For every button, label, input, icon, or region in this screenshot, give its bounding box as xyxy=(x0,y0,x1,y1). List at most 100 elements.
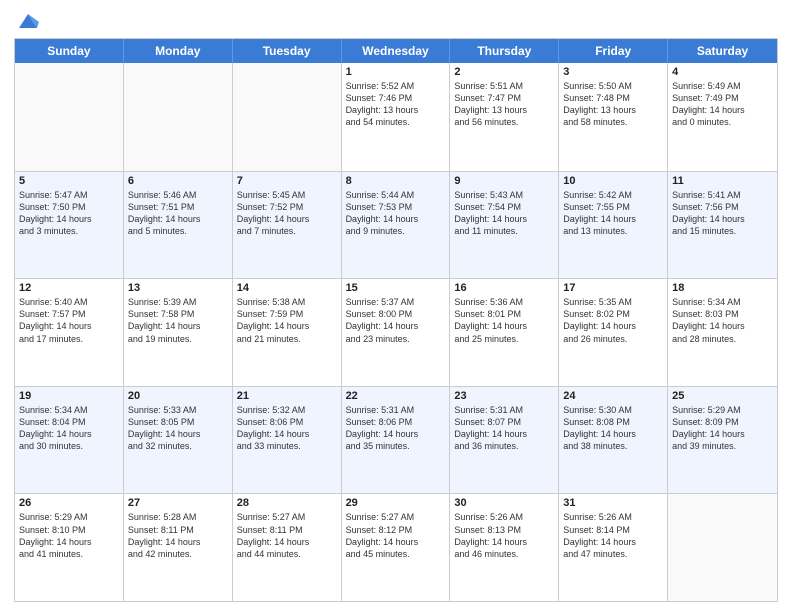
calendar-cell: 12 Sunrise: 5:40 AM Sunset: 7:57 PM Dayli… xyxy=(15,279,124,386)
calendar-cell: 5 Sunrise: 5:47 AM Sunset: 7:50 PM Daylig… xyxy=(15,172,124,279)
calendar-cell: 29 Sunrise: 5:27 AM Sunset: 8:12 PM Dayli… xyxy=(342,494,451,601)
calendar-cell: 22 Sunrise: 5:31 AM Sunset: 8:06 PM Dayli… xyxy=(342,387,451,494)
calendar-cell: 17Sunrise: 5:35 AM Sunset: 8:02 PM Dayli… xyxy=(559,279,668,386)
logo-icon xyxy=(17,10,39,32)
calendar-cell: 30 Sunrise: 5:26 AM Sunset: 8:13 PM Dayli… xyxy=(450,494,559,601)
day-number: 22 xyxy=(346,390,446,402)
day-number: 15 xyxy=(346,282,446,294)
day-number: 1 xyxy=(346,66,446,78)
weekday-header: Tuesday xyxy=(233,39,342,63)
day-number: 14 xyxy=(237,282,337,294)
calendar-row: 19 Sunrise: 5:34 AM Sunset: 8:04 PM Dayli… xyxy=(15,386,777,494)
calendar-cell: 25Sunrise: 5:29 AM Sunset: 8:09 PM Dayli… xyxy=(668,387,777,494)
calendar-row: 1 Sunrise: 5:52 AM Sunset: 7:46 PM Daylig… xyxy=(15,63,777,171)
calendar-cell: 19 Sunrise: 5:34 AM Sunset: 8:04 PM Dayli… xyxy=(15,387,124,494)
day-number: 30 xyxy=(454,497,554,509)
day-info: Sunrise: 5:39 AM Sunset: 7:58 PM Dayligh… xyxy=(128,296,228,345)
day-number: 29 xyxy=(346,497,446,509)
day-info: Sunrise: 5:47 AM Sunset: 7:50 PM Dayligh… xyxy=(19,189,119,238)
day-info: Sunrise: 5:28 AM Sunset: 8:11 PM Dayligh… xyxy=(128,511,228,560)
calendar-cell: 23 Sunrise: 5:31 AM Sunset: 8:07 PM Dayli… xyxy=(450,387,559,494)
header xyxy=(14,10,778,32)
day-info: Sunrise: 5:50 AM Sunset: 7:48 PM Dayligh… xyxy=(563,80,663,129)
day-info: Sunrise: 5:46 AM Sunset: 7:51 PM Dayligh… xyxy=(128,189,228,238)
day-info: Sunrise: 5:32 AM Sunset: 8:06 PM Dayligh… xyxy=(237,404,337,453)
calendar-cell: 1 Sunrise: 5:52 AM Sunset: 7:46 PM Daylig… xyxy=(342,63,451,171)
day-info: Sunrise: 5:43 AM Sunset: 7:54 PM Dayligh… xyxy=(454,189,554,238)
day-number: 4 xyxy=(672,66,773,78)
day-info: Sunrise: 5:36 AM Sunset: 8:01 PM Dayligh… xyxy=(454,296,554,345)
day-info: Sunrise: 5:33 AM Sunset: 8:05 PM Dayligh… xyxy=(128,404,228,453)
calendar-cell: 7Sunrise: 5:45 AM Sunset: 7:52 PM Daylig… xyxy=(233,172,342,279)
calendar-cell: 31 Sunrise: 5:26 AM Sunset: 8:14 PM Dayli… xyxy=(559,494,668,601)
day-info: Sunrise: 5:38 AM Sunset: 7:59 PM Dayligh… xyxy=(237,296,337,345)
day-info: Sunrise: 5:26 AM Sunset: 8:13 PM Dayligh… xyxy=(454,511,554,560)
day-number: 23 xyxy=(454,390,554,402)
day-number: 20 xyxy=(128,390,228,402)
day-number: 12 xyxy=(19,282,119,294)
day-number: 3 xyxy=(563,66,663,78)
day-info: Sunrise: 5:31 AM Sunset: 8:06 PM Dayligh… xyxy=(346,404,446,453)
day-info: Sunrise: 5:52 AM Sunset: 7:46 PM Dayligh… xyxy=(346,80,446,129)
calendar-cell: 20 Sunrise: 5:33 AM Sunset: 8:05 PM Dayli… xyxy=(124,387,233,494)
calendar-cell: 21Sunrise: 5:32 AM Sunset: 8:06 PM Dayli… xyxy=(233,387,342,494)
day-info: Sunrise: 5:27 AM Sunset: 8:12 PM Dayligh… xyxy=(346,511,446,560)
calendar-cell: 4Sunrise: 5:49 AM Sunset: 7:49 PM Daylig… xyxy=(668,63,777,171)
calendar-cell: 10 Sunrise: 5:42 AM Sunset: 7:55 PM Dayli… xyxy=(559,172,668,279)
day-number: 10 xyxy=(563,175,663,187)
day-info: Sunrise: 5:34 AM Sunset: 8:04 PM Dayligh… xyxy=(19,404,119,453)
day-info: Sunrise: 5:42 AM Sunset: 7:55 PM Dayligh… xyxy=(563,189,663,238)
calendar: SundayMondayTuesdayWednesdayThursdayFrid… xyxy=(14,38,778,602)
day-number: 6 xyxy=(128,175,228,187)
day-number: 17 xyxy=(563,282,663,294)
day-info: Sunrise: 5:40 AM Sunset: 7:57 PM Dayligh… xyxy=(19,296,119,345)
weekday-header: Thursday xyxy=(450,39,559,63)
calendar-cell: 15 Sunrise: 5:37 AM Sunset: 8:00 PM Dayli… xyxy=(342,279,451,386)
calendar-cell xyxy=(124,63,233,171)
day-number: 26 xyxy=(19,497,119,509)
day-number: 28 xyxy=(237,497,337,509)
calendar-cell: 18 Sunrise: 5:34 AM Sunset: 8:03 PM Dayli… xyxy=(668,279,777,386)
day-info: Sunrise: 5:27 AM Sunset: 8:11 PM Dayligh… xyxy=(237,511,337,560)
logo xyxy=(14,10,39,32)
day-number: 2 xyxy=(454,66,554,78)
calendar-cell: 16 Sunrise: 5:36 AM Sunset: 8:01 PM Dayli… xyxy=(450,279,559,386)
calendar-cell: 28 Sunrise: 5:27 AM Sunset: 8:11 PM Dayli… xyxy=(233,494,342,601)
calendar-cell: 27Sunrise: 5:28 AM Sunset: 8:11 PM Dayli… xyxy=(124,494,233,601)
day-number: 18 xyxy=(672,282,773,294)
calendar-row: 5 Sunrise: 5:47 AM Sunset: 7:50 PM Daylig… xyxy=(15,171,777,279)
weekday-header: Friday xyxy=(559,39,668,63)
day-info: Sunrise: 5:34 AM Sunset: 8:03 PM Dayligh… xyxy=(672,296,773,345)
weekday-header: Sunday xyxy=(15,39,124,63)
day-info: Sunrise: 5:26 AM Sunset: 8:14 PM Dayligh… xyxy=(563,511,663,560)
page: SundayMondayTuesdayWednesdayThursdayFrid… xyxy=(0,0,792,612)
day-number: 8 xyxy=(346,175,446,187)
calendar-cell: 13 Sunrise: 5:39 AM Sunset: 7:58 PM Dayli… xyxy=(124,279,233,386)
calendar-cell: 6 Sunrise: 5:46 AM Sunset: 7:51 PM Daylig… xyxy=(124,172,233,279)
calendar-cell: 8 Sunrise: 5:44 AM Sunset: 7:53 PM Daylig… xyxy=(342,172,451,279)
day-number: 19 xyxy=(19,390,119,402)
day-info: Sunrise: 5:51 AM Sunset: 7:47 PM Dayligh… xyxy=(454,80,554,129)
calendar-cell: 9 Sunrise: 5:43 AM Sunset: 7:54 PM Daylig… xyxy=(450,172,559,279)
day-number: 31 xyxy=(563,497,663,509)
weekday-header: Wednesday xyxy=(342,39,451,63)
calendar-cell: 3 Sunrise: 5:50 AM Sunset: 7:48 PM Daylig… xyxy=(559,63,668,171)
calendar-row: 12 Sunrise: 5:40 AM Sunset: 7:57 PM Dayli… xyxy=(15,278,777,386)
calendar-cell: 14 Sunrise: 5:38 AM Sunset: 7:59 PM Dayli… xyxy=(233,279,342,386)
day-info: Sunrise: 5:31 AM Sunset: 8:07 PM Dayligh… xyxy=(454,404,554,453)
day-number: 13 xyxy=(128,282,228,294)
calendar-cell: 2 Sunrise: 5:51 AM Sunset: 7:47 PM Daylig… xyxy=(450,63,559,171)
calendar-cell xyxy=(668,494,777,601)
calendar-header: SundayMondayTuesdayWednesdayThursdayFrid… xyxy=(15,39,777,63)
day-number: 5 xyxy=(19,175,119,187)
calendar-cell xyxy=(233,63,342,171)
day-number: 16 xyxy=(454,282,554,294)
calendar-cell: 24Sunrise: 5:30 AM Sunset: 8:08 PM Dayli… xyxy=(559,387,668,494)
day-info: Sunrise: 5:44 AM Sunset: 7:53 PM Dayligh… xyxy=(346,189,446,238)
day-info: Sunrise: 5:29 AM Sunset: 8:09 PM Dayligh… xyxy=(672,404,773,453)
calendar-cell: 26Sunrise: 5:29 AM Sunset: 8:10 PM Dayli… xyxy=(15,494,124,601)
calendar-cell xyxy=(15,63,124,171)
day-info: Sunrise: 5:37 AM Sunset: 8:00 PM Dayligh… xyxy=(346,296,446,345)
day-number: 24 xyxy=(563,390,663,402)
day-number: 9 xyxy=(454,175,554,187)
